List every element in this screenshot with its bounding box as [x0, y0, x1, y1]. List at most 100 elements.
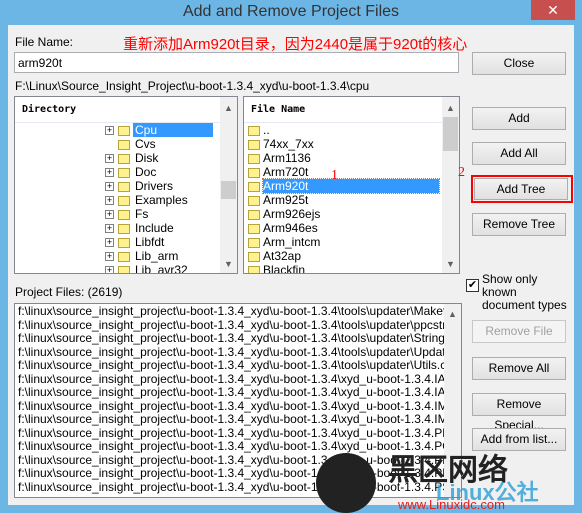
- scroll-thumb[interactable]: [221, 181, 236, 199]
- remove-special-button[interactable]: Remove Special...: [472, 393, 566, 432]
- folder-icon: [118, 265, 130, 273]
- directory-item[interactable]: + Lib_avr32: [15, 263, 237, 274]
- folder-icon: [118, 223, 130, 234]
- expand-icon[interactable]: +: [105, 126, 114, 136]
- project-file-item[interactable]: f:\linux\source_insight_project\u-boot-1…: [18, 331, 461, 346]
- file-item[interactable]: 74xx_7xx: [244, 137, 459, 151]
- file-item-label: Arm_intcm: [263, 235, 321, 249]
- directory-item[interactable]: + Examples: [15, 193, 237, 207]
- directory-item-label: Cvs: [135, 137, 156, 151]
- scroll-up-icon[interactable]: ▲: [444, 309, 461, 319]
- show-known-checkbox[interactable]: ✔: [466, 279, 479, 292]
- remove-tree-button[interactable]: Remove Tree: [472, 213, 566, 236]
- folder-icon: [118, 251, 130, 262]
- directory-item[interactable]: + Drivers: [15, 179, 237, 193]
- directory-header: Directory: [15, 97, 237, 123]
- current-path: F:\Linux\Source_Insight_Project\u-boot-1…: [15, 79, 370, 93]
- add-all-button[interactable]: Add All: [472, 142, 566, 165]
- project-file-item[interactable]: f:\linux\source_insight_project\u-boot-1…: [18, 304, 461, 319]
- project-file-item[interactable]: f:\linux\source_insight_project\u-boot-1…: [18, 345, 461, 360]
- expand-icon[interactable]: +: [105, 210, 114, 220]
- directory-item[interactable]: + Doc: [15, 165, 237, 179]
- directory-scrollbar[interactable]: ▲ ▼: [220, 97, 237, 273]
- show-known-label: Show only known document types: [482, 272, 567, 312]
- file-item-label: 74xx_7xx: [263, 137, 314, 151]
- folder-icon: [118, 181, 130, 192]
- expand-icon[interactable]: +: [105, 224, 114, 234]
- expand-icon[interactable]: [105, 140, 114, 149]
- remove-all-button[interactable]: Remove All: [472, 357, 566, 380]
- directory-item-label: Examples: [135, 193, 188, 207]
- file-item-label: Arm1136: [263, 151, 311, 165]
- folder-icon: [248, 195, 260, 206]
- directory-tree[interactable]: Directory + Cpu Cvs + Disk + Doc + Drivers + Examp…: [14, 96, 238, 274]
- directory-item[interactable]: + Include: [15, 221, 237, 235]
- folder-icon: [248, 153, 260, 164]
- expand-icon[interactable]: +: [105, 168, 114, 178]
- scroll-up-icon[interactable]: ▲: [220, 103, 237, 113]
- project-file-item[interactable]: f:\linux\source_insight_project\u-boot-1…: [18, 399, 461, 414]
- directory-item[interactable]: + Disk: [15, 151, 237, 165]
- marker-2: 2: [458, 165, 465, 180]
- project-file-item[interactable]: f:\linux\source_insight_project\u-boot-1…: [18, 358, 461, 373]
- scroll-down-icon[interactable]: ▼: [220, 259, 237, 269]
- directory-item[interactable]: + Libfdt: [15, 235, 237, 249]
- directory-item-label: Lib_arm: [135, 249, 179, 263]
- add-button[interactable]: Add: [472, 107, 566, 130]
- project-file-item[interactable]: f:\linux\source_insight_project\u-boot-1…: [18, 412, 461, 427]
- file-item[interactable]: Arm946es: [244, 221, 459, 235]
- remove-file-button[interactable]: Remove File: [472, 320, 566, 343]
- scroll-down-icon[interactable]: ▼: [442, 259, 459, 269]
- file-item[interactable]: ..: [244, 123, 459, 137]
- expand-icon[interactable]: +: [105, 196, 114, 206]
- expand-icon[interactable]: +: [105, 252, 114, 262]
- file-item-label: At32ap: [263, 249, 302, 263]
- directory-item-label: Lib_avr32: [135, 263, 188, 274]
- folder-icon: [248, 209, 260, 220]
- project-file-item[interactable]: f:\linux\source_insight_project\u-boot-1…: [18, 372, 461, 387]
- expand-icon[interactable]: +: [105, 266, 114, 273]
- file-item[interactable]: Arm920t: [244, 178, 459, 194]
- file-item[interactable]: Blackfin: [244, 263, 459, 273]
- expand-icon[interactable]: +: [105, 182, 114, 192]
- close-button[interactable]: Close: [472, 52, 566, 75]
- directory-item-label: Cpu: [133, 123, 213, 137]
- file-item[interactable]: Arm_intcm: [244, 235, 459, 249]
- folder-icon: [248, 265, 260, 273]
- scroll-up-icon[interactable]: ▲: [442, 103, 459, 113]
- folder-icon: [248, 125, 260, 136]
- directory-item[interactable]: Cvs: [15, 137, 237, 151]
- directory-item-label: Disk: [135, 151, 159, 165]
- file-item-label: Arm926ejs: [263, 207, 321, 221]
- folder-icon: [118, 195, 130, 206]
- directory-item[interactable]: + Lib_arm: [15, 249, 237, 263]
- directory-item-label: Doc: [135, 165, 157, 179]
- file-list[interactable]: File Name .. 74xx_7xx Arm1136 Arm720t Arm920…: [243, 96, 460, 274]
- directory-item-label: Libfdt: [135, 235, 165, 249]
- window-close-button[interactable]: ✕: [531, 0, 575, 20]
- folder-icon: [118, 237, 130, 248]
- directory-item-label: Drivers: [135, 179, 173, 193]
- expand-icon[interactable]: +: [105, 238, 114, 248]
- project-file-item[interactable]: f:\linux\source_insight_project\u-boot-1…: [18, 385, 461, 400]
- watermark-line4: www.Linuxidc.com: [398, 497, 505, 512]
- project-file-item[interactable]: f:\linux\source_insight_project\u-boot-1…: [18, 426, 461, 441]
- project-file-item[interactable]: f:\linux\source_insight_project\u-boot-1…: [18, 318, 461, 333]
- folder-icon: [118, 209, 130, 220]
- file-item[interactable]: Arm926ejs: [244, 207, 459, 221]
- file-name-input[interactable]: [14, 52, 459, 73]
- scroll-thumb[interactable]: [443, 117, 458, 151]
- file-list-scrollbar[interactable]: ▲ ▼: [442, 97, 459, 273]
- file-item-label: ..: [263, 123, 270, 137]
- folder-icon: [248, 139, 260, 150]
- file-item[interactable]: Arm925t: [244, 193, 459, 207]
- directory-item-label: Include: [135, 221, 174, 235]
- directory-item[interactable]: + Fs: [15, 207, 237, 221]
- expand-icon[interactable]: +: [105, 154, 114, 164]
- folder-icon: [118, 139, 130, 150]
- file-item[interactable]: Arm720t: [244, 165, 459, 179]
- add-tree-button[interactable]: Add Tree: [474, 178, 568, 200]
- file-item[interactable]: Arm1136: [244, 151, 459, 165]
- directory-item[interactable]: + Cpu: [15, 123, 237, 137]
- file-item[interactable]: At32ap: [244, 249, 459, 263]
